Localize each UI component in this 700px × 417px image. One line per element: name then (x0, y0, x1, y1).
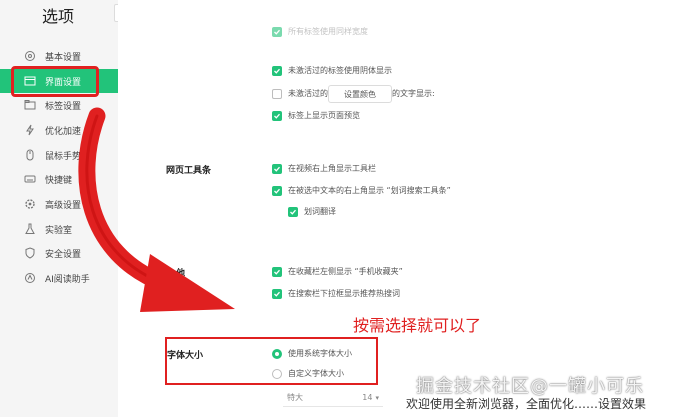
annotation-text: 按需选择就可以了 (353, 316, 482, 335)
advanced-gear-icon (23, 197, 37, 211)
shield-icon (23, 246, 37, 260)
tab-option-cut-row[interactable]: 所有标签使用同样宽度 (272, 26, 368, 37)
toolbar-option-row[interactable]: 在被选中文本的右上角显示 “划词搜索工具条” (272, 185, 451, 196)
lightning-icon (23, 123, 37, 137)
other-option-row[interactable]: 在搜索栏下拉框显示推荐热搜词 (272, 288, 400, 299)
tab-icon (23, 98, 37, 112)
option-label: 在搜索栏下拉框显示推荐热搜词 (288, 289, 400, 298)
mouse-icon (23, 148, 37, 162)
option-label: 在视频右上角显示工具栏 (288, 164, 376, 173)
keyboard-icon (23, 172, 37, 186)
toolbar-option-row[interactable]: 划词翻译 (288, 206, 336, 217)
other-option-row[interactable]: 在收藏栏左侧显示 “手机收藏夹” (272, 266, 403, 277)
option-label: 划词翻译 (304, 207, 336, 216)
chevron-down-icon: ▾ (375, 393, 379, 402)
tab-option-row[interactable]: 未激活过的标签使用阴体显示 (272, 65, 392, 76)
app-title: 选项 (42, 7, 75, 26)
font-size-select-value: 特大 (287, 393, 303, 402)
option-label: 所有标签使用同样宽度 (288, 27, 368, 36)
highlight-box-nav (11, 66, 99, 97)
sidebar-item-label: 实验室 (45, 225, 73, 236)
checkbox[interactable] (272, 65, 282, 76)
lab-flask-icon (23, 222, 37, 236)
option-label: 在被选中文本的右上角显示 “划词搜索工具条” (288, 186, 451, 195)
highlight-box-font (165, 337, 378, 385)
sidebar-item-label: 快捷键 (45, 175, 73, 186)
option-label: 在收藏栏左侧显示 “手机收藏夹” (288, 267, 403, 276)
checkbox[interactable] (272, 88, 282, 99)
set-color-button[interactable]: 设置颜色 (328, 85, 392, 103)
ai-reader-icon (23, 271, 37, 285)
gear-icon (23, 49, 37, 63)
option-label: 标签上显示页面预览 (288, 111, 360, 120)
option-label: 未激活过的标签使用阴体显示 (288, 66, 392, 75)
checkbox[interactable] (272, 26, 282, 37)
sidebar-item-basic[interactable]: 基本设置 (0, 44, 118, 68)
red-arrow-icon (78, 107, 235, 312)
sidebar-item-label: 基本设置 (45, 52, 82, 63)
font-size-number: 14 (362, 393, 373, 402)
watermark: 掘金技术社区@一罐小可乐 (416, 376, 644, 397)
font-size-select[interactable]: 特大 14 ▾ (283, 389, 383, 407)
